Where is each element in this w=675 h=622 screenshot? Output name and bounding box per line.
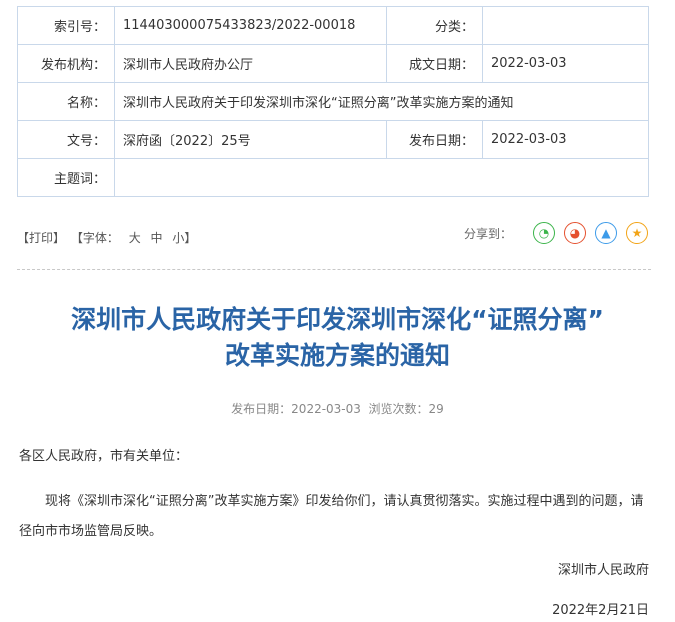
signature-date: 2022年2月21日 [552,603,649,618]
index-value: 11440300007543382​3/2022-00018 [114,6,387,45]
meta-row-name: 名称： 深圳市人民政府关于印发深圳市深化“证照分离”改革实施方案的通知 [17,82,649,121]
published-date-value: 2022-03-03 [482,120,649,159]
keywords-label: 主题词： [17,158,115,197]
font-size-small-link[interactable]: 小】 [172,231,196,245]
body-paragraph: 现将《深圳市深化“证照分离”改革实施方案》印发给你们，请认真贯彻落实。实施过程中… [19,494,644,539]
toolbar-left: 【打印】 【字体： 大 中 小】 [17,229,198,246]
article-toolbar: 【打印】 【字体： 大 中 小】 分享到： ◔ ◕ ▲ ★ [17,222,648,250]
title-line-2: 改革实施方案的通知 [224,341,450,370]
meta-row-issuer: 发布机构： 深圳市人民政府办公厅 成文日期： 2022-03-03 [17,44,649,83]
keywords-value [114,158,649,197]
publish-info: 发布日期：2022-03-03 浏览次数：29 [231,402,444,416]
document-metadata-table: 索引号： 11440300007543382​3/2022-00018 分类： … [17,6,649,197]
document-number-value: 深府函〔2022〕25号 [114,120,387,159]
created-date-value: 2022-03-03 [482,44,649,83]
qzone-icon[interactable]: ★ [626,222,648,244]
published-date-label: 发布日期： [386,120,483,159]
share-bar: 分享到： ◔ ◕ ▲ ★ [464,222,648,244]
document-number-label: 文号： [17,120,115,159]
name-label: 名称： [17,82,115,121]
created-date-label: 成文日期： [386,44,483,83]
dashed-divider [17,269,651,270]
index-label: 索引号： [17,6,115,45]
meta-row-keywords: 主题词： [17,158,649,197]
category-label: 分类： [386,6,483,45]
meta-row-docno: 文号： 深府函〔2022〕25号 发布日期： 2022-03-03 [17,120,649,159]
font-size-medium-link[interactable]: 中 [151,231,163,245]
meta-row-index: 索引号： 11440300007543382​3/2022-00018 分类： [17,6,649,45]
share-label: 分享到： [463,226,512,241]
font-size-label: 【字体： [70,231,119,245]
font-size-large-link[interactable]: 大 [129,231,141,245]
issuer-label: 发布机构： [17,44,115,83]
article-title: 深圳市人民政府关于印发深圳市深化“证照分离” 改革实施方案的通知 [0,302,675,374]
print-link[interactable]: 【打印】 [17,231,65,245]
issuer-value: 深圳市人民政府办公厅 [114,44,387,83]
weibo-icon[interactable]: ◕ [564,222,586,244]
name-value: 深圳市人民政府关于印发深圳市深化“证照分离”改革实施方案的通知 [114,82,649,121]
salutation: 各区人民政府，市有关单位： [19,449,189,464]
title-line-1: 深圳市人民政府关于印发深圳市深化“证照分离” [71,305,604,334]
signature: 深圳市人民政府 [557,563,649,578]
qq-icon[interactable]: ▲ [595,222,617,244]
wechat-icon[interactable]: ◔ [533,222,555,244]
category-value [482,6,649,45]
